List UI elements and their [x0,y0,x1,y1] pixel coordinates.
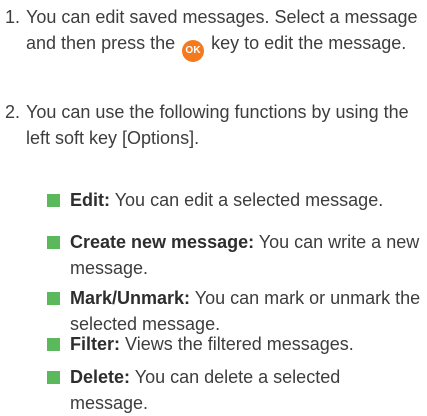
option-term: Mark/Unmark: [70,288,191,308]
option-term: Delete: [70,367,131,387]
bullet-square-icon [47,292,60,305]
step-text: You can use the following functions by u… [26,102,409,148]
bullet-square-icon [47,236,60,249]
bullet-square-icon [47,338,60,351]
option-desc: You can edit a selected message. [114,190,384,210]
ok-key-icon: OK [182,40,205,62]
step-number: 2. [5,102,21,122]
manual-page: 1. You can edit saved messages. Select a… [0,0,427,413]
option-term: Filter: [70,334,121,354]
step-number: 1. [5,7,21,27]
bullet-square-icon [47,194,60,207]
step-text-after: key to edit the message. [211,33,407,53]
option-term: Create new message: [70,232,255,252]
option-desc: Views the filtered messages. [125,334,354,354]
bullet-square-icon [47,371,60,384]
step-text: You can edit saved messages. Select a me… [26,4,424,62]
option-term: Edit: [70,190,110,210]
